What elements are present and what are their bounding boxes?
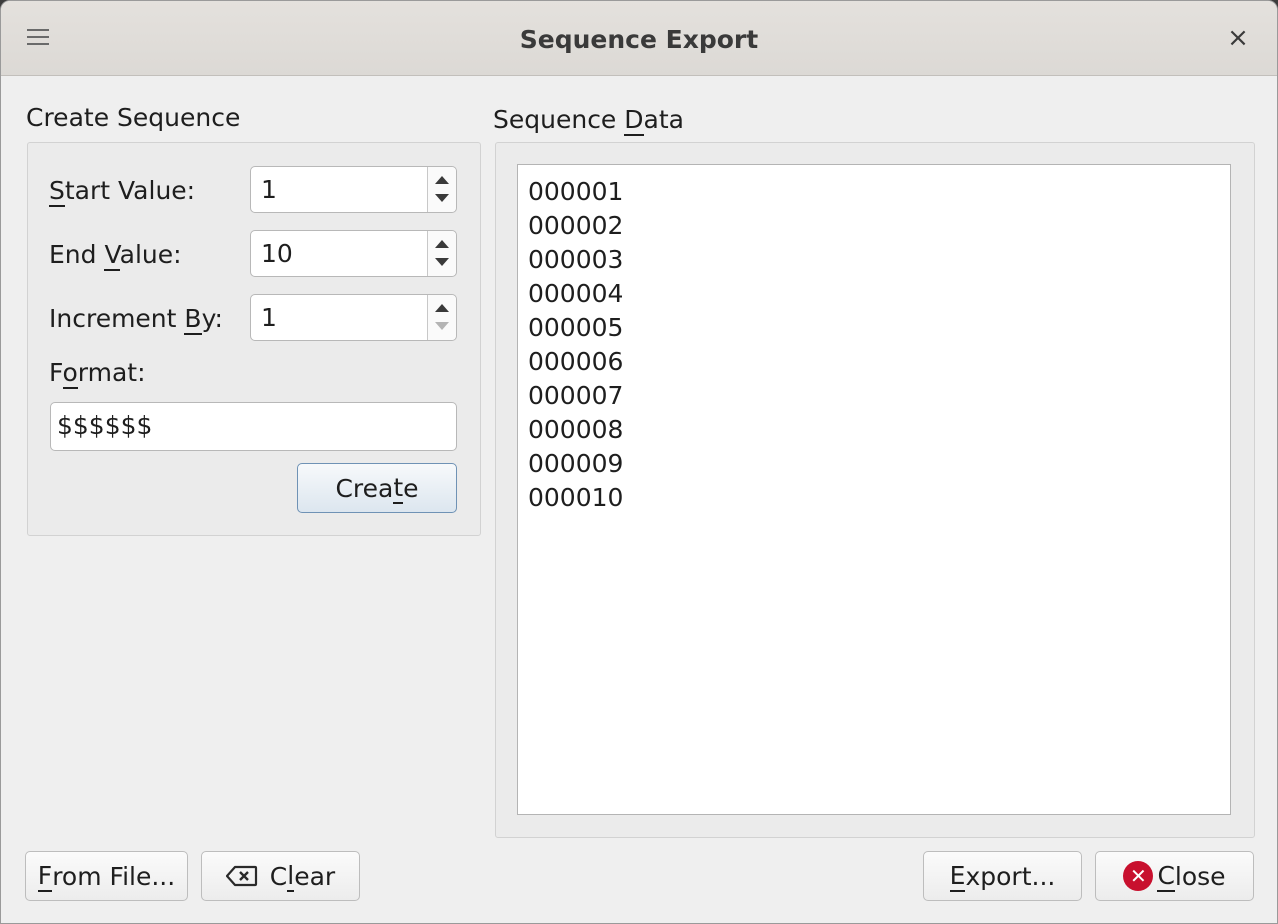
backspace-clear-icon bbox=[225, 865, 257, 887]
sequence-data-group: 000001 000002 000003 000004 000005 000006 0000… bbox=[495, 142, 1255, 838]
increment-by-label: Increment By: bbox=[49, 304, 223, 335]
start-value-spin-buttons bbox=[427, 167, 456, 212]
sequence-data-line: 000005 bbox=[528, 313, 624, 342]
window-close-icon[interactable]: × bbox=[1225, 23, 1251, 53]
window-title: Sequence Export bbox=[519, 25, 759, 54]
sequence-data-line: 000009 bbox=[528, 449, 624, 478]
sequence-export-dialog: Sequence Export × Create Sequence Start … bbox=[0, 0, 1278, 924]
end-value-spin-buttons bbox=[427, 231, 456, 276]
sequence-data-line: 000006 bbox=[528, 347, 624, 376]
increment-by-increment-arrow-icon[interactable] bbox=[435, 304, 449, 312]
close-circle-icon: ✕ bbox=[1123, 861, 1154, 891]
sequence-data-line: 000003 bbox=[528, 245, 624, 274]
close-button[interactable]: ✕ Close bbox=[1095, 851, 1254, 901]
start-value-label: Start Value: bbox=[49, 176, 196, 207]
sequence-data-line: 000001 bbox=[528, 177, 624, 206]
end-value-increment-arrow-icon[interactable] bbox=[435, 240, 449, 248]
increment-by-decrement-arrow-icon bbox=[435, 322, 449, 330]
sequence-data-line: 000007 bbox=[528, 381, 624, 410]
start-value-increment-arrow-icon[interactable] bbox=[435, 176, 449, 184]
start-value-spinbox[interactable]: 1 bbox=[250, 166, 457, 213]
sequence-data-line: 000004 bbox=[528, 279, 624, 308]
create-sequence-heading: Create Sequence bbox=[26, 103, 241, 132]
create-button[interactable]: Crea t e bbox=[297, 463, 457, 513]
create-sequence-group: Start Value: 1 End Value: 10 Increment B… bbox=[27, 142, 481, 536]
clear-button[interactable]: Cl ear bbox=[201, 851, 360, 901]
sequence-data-textarea[interactable]: 000001 000002 000003 000004 000005 000006 0000… bbox=[517, 164, 1231, 815]
format-input[interactable]: $$$$$$ bbox=[50, 402, 457, 451]
sequence-data-line: 000008 bbox=[528, 415, 624, 444]
title-bar: Sequence Export × bbox=[1, 1, 1277, 76]
start-value-decrement-arrow-icon[interactable] bbox=[435, 194, 449, 202]
increment-by-spinbox[interactable]: 1 bbox=[250, 294, 457, 341]
format-label: Format: bbox=[49, 358, 146, 389]
end-value-field[interactable]: 10 bbox=[261, 239, 293, 268]
from-file-button[interactable]: From File... bbox=[25, 851, 188, 901]
end-value-decrement-arrow-icon[interactable] bbox=[435, 258, 449, 266]
sequence-data-line: 000002 bbox=[528, 211, 624, 240]
export-button[interactable]: Export... bbox=[923, 851, 1082, 901]
end-value-label: End Value: bbox=[49, 240, 182, 271]
sequence-data-heading: Sequence Data bbox=[493, 105, 684, 136]
end-value-spinbox[interactable]: 10 bbox=[250, 230, 457, 277]
increment-by-spin-buttons bbox=[427, 295, 456, 340]
start-value-field[interactable]: 1 bbox=[261, 175, 277, 204]
increment-by-field[interactable]: 1 bbox=[261, 303, 277, 332]
sequence-data-line: 000010 bbox=[528, 483, 624, 512]
